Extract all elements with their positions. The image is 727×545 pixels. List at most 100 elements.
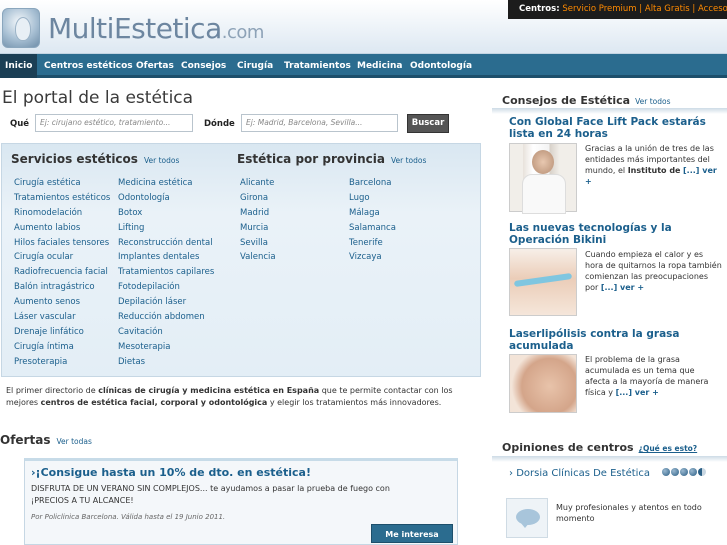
que-es-esto-link[interactable]: ¿Qué es esto? bbox=[639, 444, 698, 453]
alta-gratis-link[interactable]: Alta Gratis bbox=[645, 4, 690, 14]
directory-panel: Servicios estéticos Ver todos Estética po… bbox=[1, 143, 481, 377]
provincia-link[interactable]: Barcelona bbox=[349, 178, 396, 193]
donde-input[interactable]: Ej: Madrid, Barcelona, Sevilla... bbox=[241, 114, 398, 132]
article-title-3[interactable]: Laserlipólisis contra la grasa acumulada bbox=[509, 328, 721, 352]
nav-ofertas[interactable]: Ofertas bbox=[136, 54, 174, 78]
provincias-title: Estética por provincia bbox=[237, 152, 385, 166]
main-nav: Inicio Centros estéticos Ofertas Consejo… bbox=[0, 54, 727, 78]
me-interesa-button[interactable]: Me interesa bbox=[371, 524, 453, 543]
intro-bold: centros de estética facial, corporal y o… bbox=[40, 398, 268, 407]
provincias-col-2: Barcelona Lugo Málaga Salamanca Tenerife… bbox=[349, 178, 396, 267]
buscar-button[interactable]: Buscar bbox=[407, 114, 449, 133]
servicio-link[interactable]: Drenaje linfático bbox=[14, 327, 110, 342]
servicio-link[interactable]: Aumento labios bbox=[14, 223, 110, 238]
logo-face-icon[interactable] bbox=[2, 8, 40, 48]
offer-title-text: ¡Consigue hasta un 10% de dto. en estéti… bbox=[35, 466, 311, 479]
ver-mas-link[interactable]: [...] ver + bbox=[601, 283, 644, 292]
servicio-link[interactable]: Implantes dentales bbox=[118, 252, 214, 267]
consejos-ver-todos-link[interactable]: Ver todos bbox=[635, 97, 670, 106]
provincia-link[interactable]: Lugo bbox=[349, 193, 396, 208]
servicios-ver-todos-link[interactable]: Ver todos bbox=[144, 156, 179, 165]
servicio-link[interactable]: Depilación láser bbox=[118, 297, 214, 312]
nav-tratamientos[interactable]: Tratamientos bbox=[284, 54, 351, 78]
ver-mas-link[interactable]: [...] ver + bbox=[616, 388, 659, 397]
opiniones-heading: Opiniones de centros ¿Qué es esto? bbox=[502, 441, 697, 454]
rating-dot-icon bbox=[671, 468, 679, 476]
provincias-ver-todos-link[interactable]: Ver todos bbox=[391, 156, 426, 165]
provincia-link[interactable]: Murcia bbox=[240, 223, 276, 238]
intro-part: y elegir los tratamientos más innovadore… bbox=[267, 398, 442, 407]
servicio-link[interactable]: Tratamientos capilares bbox=[118, 267, 214, 282]
article-image-bikini[interactable] bbox=[509, 248, 577, 316]
logo-domain: .com bbox=[221, 22, 265, 43]
article-image-doctor[interactable] bbox=[509, 143, 577, 214]
servicio-link[interactable]: Odontología bbox=[118, 193, 214, 208]
nav-consejos[interactable]: Consejos bbox=[181, 54, 226, 78]
servicios-title: Servicios estéticos bbox=[11, 152, 138, 166]
servicios-col-1: Cirugía estética Tratamientos estéticos … bbox=[14, 178, 110, 372]
rating-dot-icon bbox=[680, 468, 688, 476]
article-image-laser[interactable] bbox=[509, 354, 577, 413]
servicio-link[interactable]: Reconstrucción dental bbox=[118, 238, 214, 253]
provincia-link[interactable]: Vizcaya bbox=[349, 252, 396, 267]
rating-dot-icon bbox=[689, 468, 697, 476]
servicio-link[interactable]: Cirugía ocular bbox=[14, 252, 110, 267]
consejos-heading: Consejos de Estética Ver todos bbox=[502, 94, 671, 107]
intro-text: El primer directorio de clínicas de ciru… bbox=[6, 385, 476, 409]
centros-bar: Centros: Servicio Premium | Alta Gratis … bbox=[508, 0, 727, 19]
nav-medicina[interactable]: Medicina bbox=[357, 54, 403, 78]
rating-dots bbox=[662, 468, 707, 477]
offer-card: ›¡Consigue hasta un 10% de dto. en estét… bbox=[24, 458, 458, 545]
site-logo[interactable]: MultiEstetica.com bbox=[48, 12, 264, 45]
opinion-comment: Muy profesionales y atentos en todo mome… bbox=[556, 503, 702, 523]
offer-title[interactable]: ›¡Consigue hasta un 10% de dto. en estét… bbox=[31, 466, 311, 479]
acceso-link[interactable]: Acceso bbox=[698, 4, 727, 14]
servicio-link[interactable]: Cirugía íntima bbox=[14, 342, 110, 357]
article-bold: Instituto de bbox=[627, 166, 681, 175]
opiniones-title: Opiniones de centros bbox=[502, 441, 634, 454]
servicio-link[interactable]: Radiofrecuencia facial bbox=[14, 267, 110, 282]
servicio-link[interactable]: Balón intragástrico bbox=[14, 282, 110, 297]
ofertas-ver-todas-link[interactable]: Ver todas bbox=[56, 437, 91, 446]
servicio-link[interactable]: Presoterapia bbox=[14, 357, 110, 372]
article-title-2[interactable]: Las nuevas tecnologías y la Operación Bi… bbox=[509, 222, 721, 246]
servicio-link[interactable]: Hilos faciales tensores bbox=[14, 238, 110, 253]
nav-cirugia[interactable]: Cirugía bbox=[237, 54, 273, 78]
article-title-1[interactable]: Con Global Face Lift Pack estarás lista … bbox=[509, 116, 721, 140]
provincia-link[interactable]: Málaga bbox=[349, 208, 396, 223]
provincia-link[interactable]: Tenerife bbox=[349, 238, 396, 253]
servicio-link[interactable]: Reducción abdomen bbox=[118, 312, 214, 327]
site-header: MultiEstetica.com Centros: Servicio Prem… bbox=[0, 0, 727, 54]
servicio-link[interactable]: Fotodepilación bbox=[118, 282, 214, 297]
servicio-link[interactable]: Mesoterapia bbox=[118, 342, 214, 357]
servicio-link[interactable]: Lifting bbox=[118, 223, 214, 238]
provincia-link[interactable]: Girona bbox=[240, 193, 276, 208]
servicio-link[interactable]: Botox bbox=[118, 208, 214, 223]
servicio-link[interactable]: Cavitación bbox=[118, 327, 214, 342]
provincias-col-1: Alicante Girona Madrid Murcia Sevilla Va… bbox=[240, 178, 276, 267]
servicio-link[interactable]: Cirugía estética bbox=[14, 178, 110, 193]
provincia-link[interactable]: Alicante bbox=[240, 178, 276, 193]
servicio-link[interactable]: Rinomodelación bbox=[14, 208, 110, 223]
nav-odontologia[interactable]: Odontología bbox=[410, 54, 472, 78]
logo-text: MultiEstetica bbox=[48, 12, 222, 45]
provincia-link[interactable]: Sevilla bbox=[240, 238, 276, 253]
nav-inicio[interactable]: Inicio bbox=[0, 54, 38, 78]
que-label: Qué bbox=[10, 119, 30, 129]
servicio-link[interactable]: Dietas bbox=[118, 357, 214, 372]
nav-centros-esteticos[interactable]: Centros estéticos bbox=[44, 54, 133, 78]
provincia-link[interactable]: Salamanca bbox=[349, 223, 396, 238]
consejos-title: Consejos de Estética bbox=[502, 94, 631, 107]
servicio-link[interactable]: Láser vascular bbox=[14, 312, 110, 327]
opinion-center-name: Dorsia Clínicas De Estética bbox=[516, 468, 651, 479]
servicio-premium-link[interactable]: Servicio Premium bbox=[562, 4, 636, 14]
provincia-link[interactable]: Valencia bbox=[240, 252, 276, 267]
que-input[interactable]: Ej: cirujano estético, tratamiento... bbox=[35, 114, 193, 132]
comment-bubble-icon bbox=[506, 498, 548, 538]
servicio-link[interactable]: Tratamientos estéticos bbox=[14, 193, 110, 208]
provincia-link[interactable]: Madrid bbox=[240, 208, 276, 223]
servicio-link[interactable]: Medicina estética bbox=[118, 178, 214, 193]
servicio-link[interactable]: Aumento senos bbox=[14, 297, 110, 312]
opinion-center-link[interactable]: › Dorsia Clínicas De Estética bbox=[509, 468, 650, 480]
offer-text: DISFRUTA DE UN VERANO SIN COMPLEJOS... t… bbox=[31, 484, 390, 505]
